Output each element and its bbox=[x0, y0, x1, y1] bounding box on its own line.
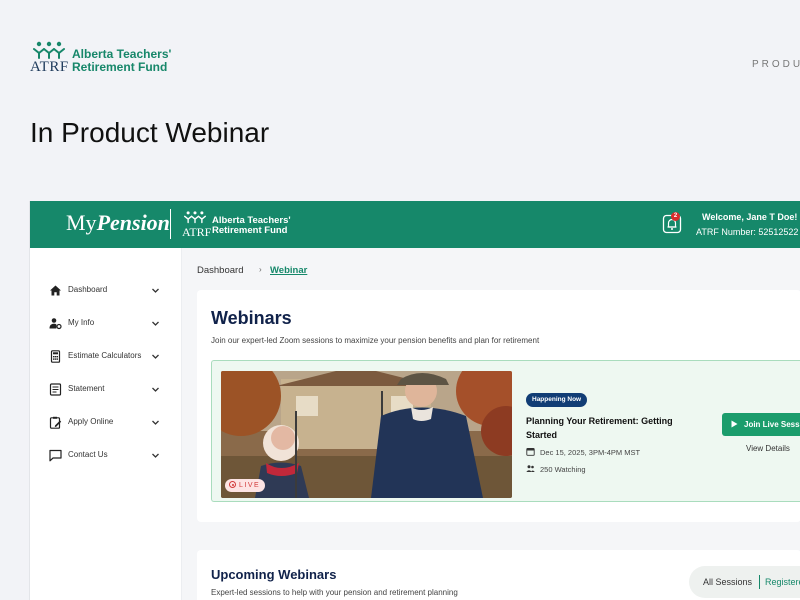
sidebar-item-contact-us[interactable]: Contact Us bbox=[49, 447, 165, 465]
atrf-logo-mark: ATRF bbox=[30, 40, 68, 78]
header-atrf-logo: ATRF Alberta Teachers' Retirement Fund bbox=[182, 210, 292, 240]
chevron-down-icon bbox=[152, 387, 159, 392]
sidebar-item-label: Dashboard bbox=[68, 285, 108, 294]
upcoming-subtitle: Expert-led sessions to help with your pe… bbox=[211, 588, 458, 597]
couple-on-swing-image bbox=[221, 371, 512, 498]
session-datetime: Dec 15, 2025, 3PM-4PM MST bbox=[526, 447, 640, 457]
breadcrumb-webinar[interactable]: Webinar bbox=[270, 265, 307, 276]
welcome-message: Welcome, Jane T Doe! bbox=[702, 212, 798, 222]
calculator-icon bbox=[50, 350, 61, 363]
home-icon bbox=[50, 285, 61, 296]
chevron-down-icon bbox=[152, 420, 159, 425]
sidebar-item-label: Apply Online bbox=[68, 417, 114, 426]
page-title: In Product Webinar bbox=[30, 117, 270, 148]
live-indicator: LIVE bbox=[225, 479, 266, 492]
org-name: Alberta Teachers' Retirement Fund bbox=[212, 215, 291, 236]
brand-part-2: Pension bbox=[96, 210, 170, 235]
user-settings-icon bbox=[49, 318, 62, 330]
live-session-panel: LIVE Happening Now Planning Your Retirem… bbox=[211, 360, 800, 502]
document-icon bbox=[49, 383, 62, 396]
status-badge: Happening Now bbox=[526, 393, 588, 407]
notification-badge: 2 bbox=[671, 212, 680, 221]
view-details-link[interactable]: View Details bbox=[746, 444, 790, 453]
chevron-down-icon bbox=[152, 321, 159, 326]
session-watching-text: 250 Watching bbox=[540, 465, 586, 474]
atrf-letters: ATRF bbox=[182, 225, 212, 239]
people-logo-icon bbox=[33, 41, 65, 59]
webinar-thumbnail[interactable]: LIVE bbox=[221, 371, 512, 498]
chevron-down-icon bbox=[152, 453, 159, 458]
mypension-logo[interactable]: MyPension bbox=[66, 210, 170, 236]
breadcrumb-dashboard[interactable]: Dashboard bbox=[197, 265, 243, 276]
calendar-icon bbox=[526, 448, 535, 456]
filter-divider bbox=[759, 575, 760, 589]
breadcrumb-separator: › bbox=[259, 265, 262, 274]
join-button-label: Join Live Session bbox=[744, 420, 800, 429]
brand-divider bbox=[170, 209, 171, 239]
live-tag-label: LIVE bbox=[239, 482, 261, 489]
filter-all-sessions[interactable]: All Sessions bbox=[703, 577, 752, 587]
live-dot-icon bbox=[229, 481, 236, 488]
brand-part-1: My bbox=[66, 210, 97, 235]
upcoming-title: Upcoming Webinars bbox=[211, 567, 337, 582]
session-watching: 250 Watching bbox=[526, 464, 586, 474]
join-live-session-button[interactable]: Join Live Session bbox=[722, 413, 800, 436]
session-filter: All Sessions Registered bbox=[689, 566, 800, 598]
member-number: ATRF Number: 52512522 bbox=[696, 227, 799, 237]
people-icon bbox=[526, 465, 535, 472]
org-name: Alberta Teachers' Retirement Fund bbox=[72, 47, 172, 74]
sidebar-item-my-info[interactable]: My Info bbox=[49, 315, 165, 333]
sidebar-item-label: Estimate Calculators bbox=[68, 351, 142, 360]
chat-icon bbox=[49, 449, 62, 462]
sidebar-item-estimate-calculators[interactable]: Estimate Calculators bbox=[49, 348, 165, 366]
sidebar-item-apply-online[interactable]: Apply Online bbox=[49, 414, 165, 432]
site-nav-item-products[interactable]: PRODU bbox=[752, 59, 800, 70]
filter-registered[interactable]: Registered bbox=[765, 577, 800, 587]
webinars-card: Webinars Join our expert-led Zoom sessio… bbox=[197, 290, 800, 522]
clipboard-edit-icon bbox=[49, 416, 62, 429]
sidebar-item-dashboard[interactable]: Dashboard bbox=[49, 282, 165, 300]
site-logo[interactable]: ATRF Alberta Teachers' Retirement Fund bbox=[30, 40, 171, 78]
upcoming-webinars-card: Upcoming Webinars Expert-led sessions to… bbox=[197, 550, 800, 600]
atrf-letters: ATRF bbox=[30, 59, 69, 75]
sidebar-item-label: Contact Us bbox=[68, 450, 108, 459]
play-icon bbox=[731, 420, 738, 428]
app-header: MyPension ATRF Alberta Teachers' Retirem… bbox=[30, 201, 800, 248]
sidebar-item-label: My Info bbox=[68, 318, 95, 327]
sidebar-item-label: Statement bbox=[68, 384, 105, 393]
webinars-subtitle: Join our expert-led Zoom sessions to max… bbox=[211, 336, 540, 345]
webinars-title: Webinars bbox=[211, 308, 292, 328]
session-datetime-text: Dec 15, 2025, 3PM-4PM MST bbox=[540, 448, 641, 457]
live-session-title: Planning Your Retirement: Getting Starte… bbox=[526, 416, 673, 440]
chevron-down-icon bbox=[152, 288, 159, 293]
sidebar: Dashboard My Info Estimate Calculators S… bbox=[30, 248, 182, 600]
sidebar-item-statement[interactable]: Statement bbox=[49, 381, 165, 399]
app-screenshot: MyPension ATRF Alberta Teachers' Retirem… bbox=[29, 201, 800, 600]
chevron-down-icon bbox=[152, 354, 159, 359]
people-logo-icon bbox=[184, 211, 206, 224]
